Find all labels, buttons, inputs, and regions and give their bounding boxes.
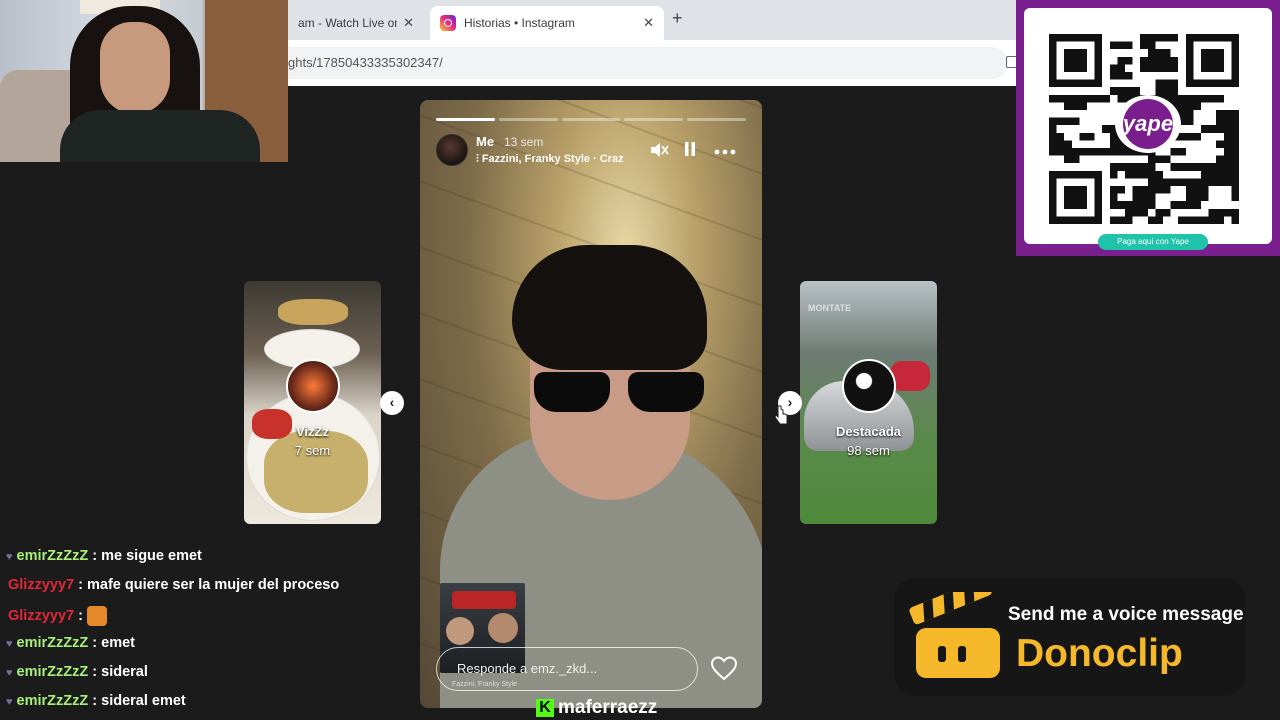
side-story-avatar xyxy=(842,359,896,413)
subscriber-heart-icon: ♥ xyxy=(6,696,13,708)
story-sunglasses xyxy=(532,372,708,412)
sunglasses-lens xyxy=(628,372,704,412)
chat-text: emet xyxy=(101,635,135,651)
kick-icon: K xyxy=(536,699,554,717)
story-time: 13 sem xyxy=(504,135,544,149)
music-label: Fazzini, Franky Style · Craz xyxy=(481,153,624,165)
chat-text: sideral emet xyxy=(101,693,186,709)
subscriber-heart-icon: ♥ xyxy=(6,667,13,679)
yape-qr-panel: yape Paga aquí con Yape xyxy=(1016,0,1280,256)
story-person-hair xyxy=(512,245,707,370)
sticker-caption: Fazzini, Franky Style xyxy=(452,681,517,688)
side-story-overlay-text: MONTATE xyxy=(808,303,852,313)
subscriber-heart-icon: ♥ xyxy=(6,551,13,563)
instagram-icon xyxy=(440,15,456,31)
close-tab-icon[interactable]: ✕ xyxy=(643,15,654,31)
side-story-time: 98 sem xyxy=(847,443,890,458)
progress-segment xyxy=(561,118,621,121)
previous-story-button[interactable]: ‹ xyxy=(380,391,404,415)
stream-frame: am - Watch Live on ✕ Historias • Instagr… xyxy=(0,0,1280,720)
like-heart-icon[interactable] xyxy=(710,655,740,683)
yape-logo-text: yape xyxy=(1122,111,1174,136)
food-item xyxy=(278,299,348,325)
chat-separator: : xyxy=(88,693,102,709)
story-progress-bar xyxy=(436,118,746,121)
chat-message: ♥ emirZzZzZ : me sigue emet xyxy=(6,548,202,564)
chat-emote-icon xyxy=(86,606,107,626)
clapperboard-icon xyxy=(909,592,1000,678)
side-story-destacada[interactable]: MONTATE Destacada 98 sem xyxy=(800,281,937,524)
progress-segment xyxy=(436,118,495,121)
webcam-streamer-body xyxy=(60,110,260,162)
sunglasses-lens xyxy=(534,372,610,412)
url-field[interactable]: ghts/17850433335302347/ xyxy=(288,47,1008,79)
donoclip-banner: Send me a voice message Donoclip xyxy=(894,578,1246,696)
address-bar: ghts/17850433335302347/ xyxy=(288,40,1018,86)
chat-text: mafe quiere ser la mujer del proceso xyxy=(86,577,340,593)
donoclip-brand: Donoclip xyxy=(1016,632,1183,675)
progress-segment xyxy=(687,118,746,121)
chat-message: ♥ emirZzZzZ : sideral xyxy=(6,664,148,680)
chat-username[interactable]: Glizzyyy7 xyxy=(8,608,74,624)
more-options-icon[interactable] xyxy=(714,141,736,161)
story-music[interactable]: ⫶ Fazzini, Franky Style · Craz xyxy=(476,153,656,166)
sticker-title-art xyxy=(452,591,516,609)
red-car xyxy=(890,361,930,391)
sticker-face xyxy=(488,613,518,643)
subscriber-heart-icon: ♥ xyxy=(6,638,13,650)
hand-cursor-icon xyxy=(774,404,788,426)
chat-text: sideral xyxy=(101,664,148,680)
tab-label: am - Watch Live on xyxy=(298,16,398,30)
side-story-name: VizZz xyxy=(296,424,329,439)
side-story-vizzz[interactable]: VizZz 7 sem xyxy=(244,281,381,524)
chat-message: ♥ emirZzZzZ : emet xyxy=(6,635,135,651)
chat-separator: : xyxy=(74,577,87,593)
tab-instagram[interactable]: Historias • Instagram ✕ xyxy=(430,6,664,40)
chat-message: Glizzyyy7 : mafe quiere ser la mujer del… xyxy=(8,577,339,593)
reply-placeholder: Responde a emz._zkd... xyxy=(457,661,598,676)
mute-icon[interactable] xyxy=(648,141,670,161)
streamer-name: maferraezz xyxy=(558,697,658,718)
chat-message: Glizzyyy7 : xyxy=(8,606,107,626)
chat-username[interactable]: Glizzyyy7 xyxy=(8,577,74,593)
side-story-name: Destacada xyxy=(835,424,902,439)
chat-separator: : xyxy=(88,548,102,564)
webcam-streamer-face xyxy=(100,22,170,114)
story-header: Me 13 sem ⫶ Fazzini, Franky Style · Craz xyxy=(436,134,746,168)
side-story-avatar xyxy=(286,359,340,413)
tab-label: Historias • Instagram xyxy=(464,16,575,30)
url-text: ghts/17850433335302347/ xyxy=(288,55,443,70)
new-tab-button[interactable]: + xyxy=(672,8,683,29)
progress-segment xyxy=(624,118,684,121)
webcam-overlay xyxy=(0,0,288,162)
qr-card: yape Paga aquí con Yape xyxy=(1024,8,1272,250)
yape-pay-pill: Paga aquí con Yape xyxy=(1098,234,1208,250)
active-story[interactable]: Me 13 sem ⫶ Fazzini, Franky Style · Craz… xyxy=(420,100,762,708)
story-avatar[interactable] xyxy=(436,134,468,166)
chat-username[interactable]: emirZzZzZ xyxy=(17,548,89,564)
chat-separator: : xyxy=(74,607,87,624)
close-tab-icon[interactable]: ✕ xyxy=(403,15,414,31)
yape-logo: yape xyxy=(1115,95,1181,153)
chat-separator: : xyxy=(88,635,102,651)
pause-icon[interactable] xyxy=(679,141,701,161)
chat-username[interactable]: emirZzZzZ xyxy=(17,693,89,709)
story-username[interactable]: Me xyxy=(476,134,494,149)
tab-kick[interactable]: am - Watch Live on ✕ xyxy=(288,6,424,40)
donoclip-tagline: Send me a voice message xyxy=(1008,604,1244,625)
side-story-time: 7 sem xyxy=(294,443,331,458)
chat-message: ♥ emirZzZzZ : sideral emet xyxy=(6,693,186,709)
streamer-tag: K maferraezz xyxy=(536,697,657,719)
chat-username[interactable]: emirZzZzZ xyxy=(17,635,89,651)
chat-username[interactable]: emirZzZzZ xyxy=(17,664,89,680)
progress-segment xyxy=(498,118,558,121)
chat-separator: : xyxy=(88,664,102,680)
sticker-face xyxy=(446,617,474,645)
chat-text: me sigue emet xyxy=(101,548,202,564)
